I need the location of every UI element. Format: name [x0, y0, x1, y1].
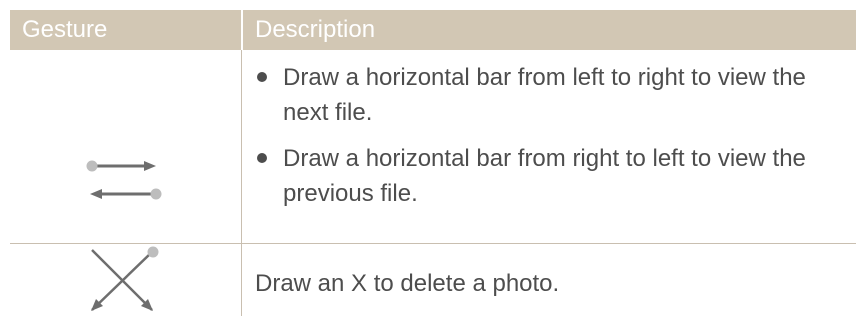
bullet-icon [257, 72, 267, 82]
list-item: Draw a horizontal bar from right to left… [255, 141, 845, 211]
gesture-icons-row1 [86, 160, 162, 200]
bullet-text: Draw a horizontal bar from right to left… [283, 145, 806, 207]
header-description: Description [255, 16, 376, 43]
x-gesture-icon [91, 246, 159, 311]
row2-description: Draw an X to delete a photo. [255, 270, 560, 297]
swipe-right-gesture-icon [86, 160, 156, 172]
header-gesture: Gesture [22, 16, 108, 43]
swipe-left-gesture-icon [90, 188, 162, 200]
row1-description: Draw a horizontal bar from left to right… [255, 60, 845, 222]
header-column-divider [241, 10, 243, 50]
list-item: Draw a horizontal bar from left to right… [255, 60, 845, 130]
bullet-text: Draw a horizontal bar from left to right… [283, 64, 806, 126]
gesture-table: Gesture Description Draw a horizontal ba… [10, 10, 856, 316]
bullet-icon [257, 153, 267, 163]
table-header: Gesture Description [10, 10, 856, 50]
column-divider [241, 50, 242, 316]
